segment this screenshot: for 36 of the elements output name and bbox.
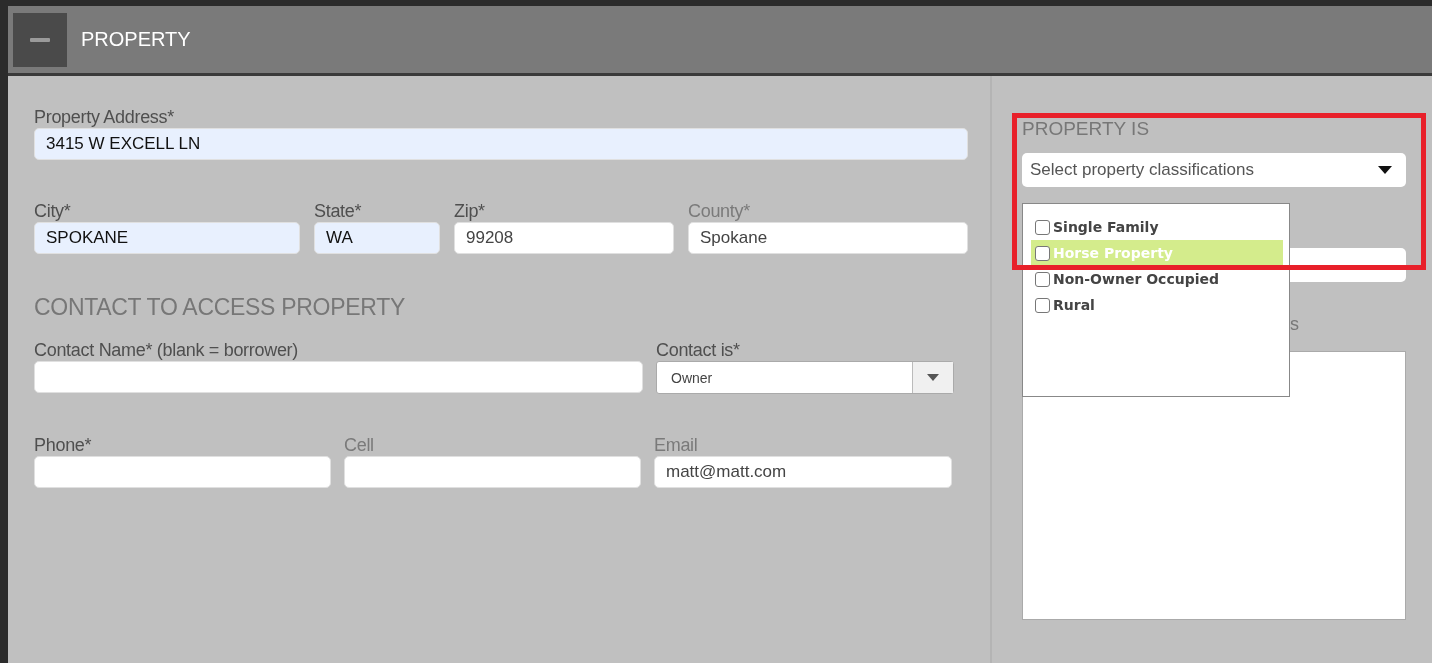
caret-icon: [927, 374, 939, 381]
collapse-button[interactable]: [13, 12, 67, 67]
checkbox[interactable]: [1035, 297, 1050, 313]
input-field[interactable]: [344, 456, 641, 488]
classification-select[interactable]: Select property classifications: [1022, 153, 1406, 187]
input-field[interactable]: 99208: [454, 222, 674, 254]
caret-icon: [1378, 166, 1392, 174]
section-heading: CONTACT TO ACCESS PROPERTY: [34, 294, 406, 321]
minus-icon: [30, 37, 50, 42]
input-field[interactable]: SPOKANE: [34, 222, 300, 254]
contact-select[interactable]: Owner: [656, 361, 954, 394]
input-field[interactable]: WA: [314, 222, 440, 254]
field-label: Property Address*: [34, 106, 175, 128]
input-field[interactable]: [34, 456, 331, 488]
dropdown-option[interactable]: Single Family: [1031, 214, 1283, 240]
field-label: County*: [688, 200, 751, 222]
input-field[interactable]: [34, 361, 643, 393]
checkbox[interactable]: [1035, 271, 1050, 287]
field-label: s: [1290, 314, 1299, 334]
input-field[interactable]: 3415 W EXCELL LN: [34, 128, 968, 160]
dropdown-option[interactable]: Non-Owner Occupied: [1031, 266, 1283, 292]
field-label: Phone*: [34, 434, 93, 456]
input-field[interactable]: Spokane: [688, 222, 968, 254]
field-label: Cell: [344, 434, 375, 456]
section-heading: PROPERTY IS: [1022, 118, 1151, 140]
dropdown-option[interactable]: Rural: [1031, 292, 1283, 318]
field-label: Contact Name* (blank = borrower): [34, 339, 299, 361]
field-label: Contact is*: [656, 339, 741, 361]
input-field[interactable]: matt@matt.com: [654, 456, 952, 488]
field-label: Zip*: [454, 200, 486, 222]
field-label: State*: [314, 200, 363, 222]
field-label: Email: [654, 434, 699, 456]
section-title: PROPERTY: [81, 28, 191, 51]
checkbox[interactable]: [1035, 245, 1050, 261]
field-label: City*: [34, 200, 72, 222]
checkbox[interactable]: [1035, 219, 1050, 235]
